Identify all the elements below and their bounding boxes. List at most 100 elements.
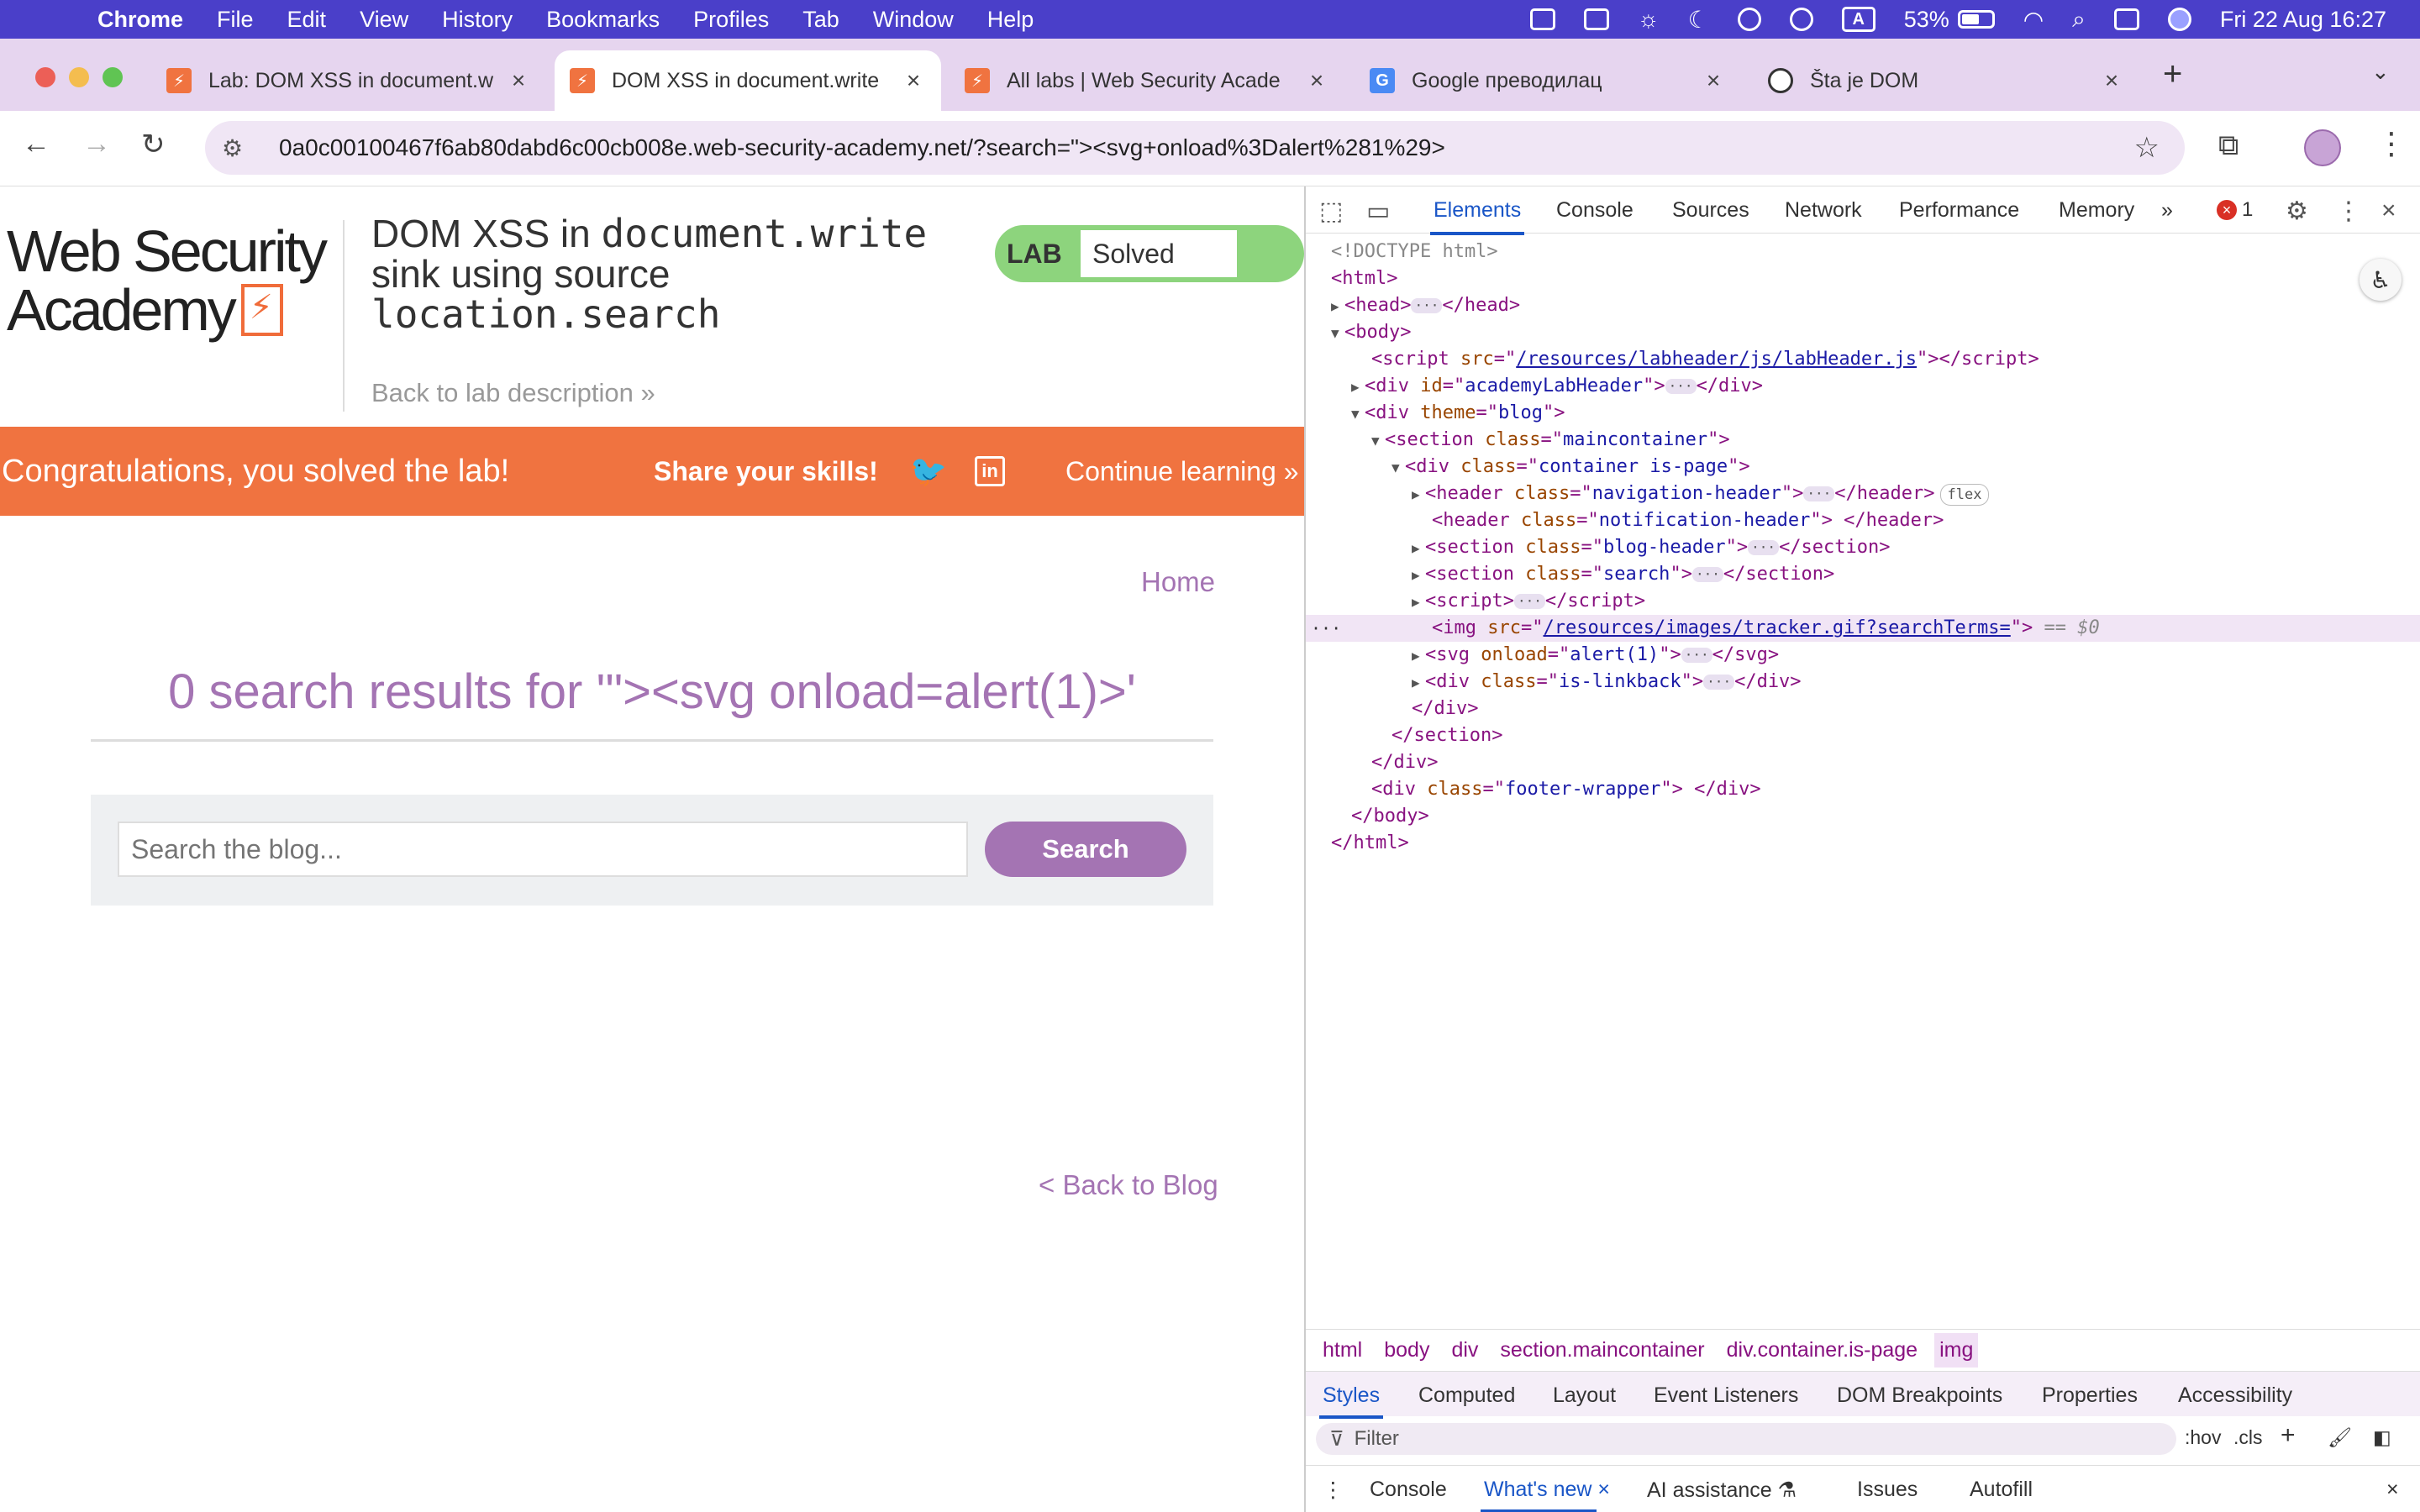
breadcrumb-body[interactable]: body bbox=[1379, 1333, 1434, 1368]
dom-node[interactable]: <!DOCTYPE html> bbox=[1306, 239, 2420, 265]
subtab-accessibility[interactable]: Accessibility bbox=[2178, 1383, 2292, 1408]
home-link[interactable]: Home bbox=[1141, 566, 1215, 598]
breadcrumb-section[interactable]: section.maincontainer bbox=[1495, 1333, 1709, 1368]
menu-edit[interactable]: Edit bbox=[287, 7, 327, 33]
dom-node[interactable]: <html> bbox=[1306, 265, 2420, 292]
devtools-tab-network[interactable]: Network bbox=[1785, 198, 1862, 223]
menu-history[interactable]: History bbox=[442, 7, 513, 33]
menu-view[interactable]: View bbox=[360, 7, 408, 33]
menu-help[interactable]: Help bbox=[987, 7, 1034, 33]
devtools-tab-elements[interactable]: Elements bbox=[1429, 198, 1525, 235]
wifi-icon[interactable]: ◠ bbox=[2023, 6, 2044, 34]
continue-learning-link[interactable]: Continue learning » bbox=[1065, 456, 1299, 487]
close-icon[interactable]: × bbox=[506, 67, 531, 94]
dom-node[interactable]: ▶ <svg onload="alert(1)"> ··· </svg> bbox=[1306, 642, 2420, 669]
search-button[interactable]: Search bbox=[985, 822, 1186, 877]
dom-node[interactable]: ▶ <script> ··· </script> bbox=[1306, 588, 2420, 615]
close-drawer-icon[interactable]: × bbox=[2386, 1478, 2399, 1502]
menubar-clock[interactable]: Fri 22 Aug 16:27 bbox=[2220, 7, 2386, 33]
profile-avatar[interactable] bbox=[2304, 129, 2341, 166]
chrome-menu-icon[interactable]: ⋮ bbox=[2376, 126, 2407, 161]
error-counter[interactable]: × 1 bbox=[2217, 198, 2253, 222]
site-info-icon[interactable]: ⚙ bbox=[222, 134, 255, 162]
search-input[interactable] bbox=[118, 822, 968, 877]
dom-node[interactable]: </section> bbox=[1306, 722, 2420, 749]
menu-bookmarks[interactable]: Bookmarks bbox=[546, 7, 660, 33]
new-tab-button[interactable]: + bbox=[2163, 55, 2182, 93]
inspect-element-icon[interactable]: ⬚ bbox=[1319, 197, 1343, 226]
dom-node[interactable]: <div class="footer-wrapper"> </div> bbox=[1306, 776, 2420, 803]
window-zoom-button[interactable] bbox=[103, 67, 123, 87]
back-to-blog-link[interactable]: < Back to Blog bbox=[1039, 1169, 1218, 1201]
dom-node[interactable]: ▼ <div class="container is-page"> bbox=[1306, 454, 2420, 480]
spotlight-search-icon[interactable]: ⌕ bbox=[2072, 6, 2086, 34]
subtab-event-listeners[interactable]: Event Listeners bbox=[1654, 1383, 1798, 1408]
new-style-rule-icon[interactable]: + bbox=[2281, 1421, 2296, 1450]
devtools-tab-sources[interactable]: Sources bbox=[1672, 198, 1749, 223]
grid-icon[interactable] bbox=[1529, 8, 1555, 30]
dom-node[interactable]: ▶ <header class="navigation-header"> ··· </… bbox=[1306, 480, 2420, 507]
back-button[interactable]: ← bbox=[22, 128, 50, 160]
dom-node[interactable]: </body> bbox=[1306, 803, 2420, 830]
dom-node[interactable]: </div> bbox=[1306, 749, 2420, 776]
play-icon[interactable] bbox=[1737, 8, 1761, 31]
screen-mirror-icon[interactable] bbox=[1583, 8, 1609, 30]
drawer-tab-whats-new[interactable]: What's new × bbox=[1481, 1478, 1610, 1512]
menu-tab[interactable]: Tab bbox=[802, 7, 839, 33]
dom-node[interactable]: </div> bbox=[1306, 696, 2420, 722]
address-bar[interactable]: ⚙ 0a0c00100467f6ab80dabd6c00cb008e.web-s… bbox=[205, 121, 2185, 175]
drawer-tab-console[interactable]: Console bbox=[1370, 1478, 1447, 1502]
window-close-button[interactable] bbox=[35, 67, 55, 87]
breadcrumb-html[interactable]: html bbox=[1318, 1333, 1367, 1368]
siri-icon[interactable] bbox=[2167, 8, 2191, 31]
paint-brush-icon[interactable]: 🖌 bbox=[2328, 1426, 2352, 1449]
extensions-icon[interactable]: ⧉ bbox=[2218, 129, 2238, 162]
back-to-lab-description-link[interactable]: Back to lab description » bbox=[371, 378, 655, 408]
tab-dom-xss-active[interactable]: ⚡ DOM XSS in document.write × bbox=[555, 50, 941, 111]
hover-state-toggle[interactable]: :hov bbox=[2185, 1426, 2221, 1449]
devtools-menu-icon[interactable]: ⋮ bbox=[2336, 197, 2361, 226]
subtab-properties[interactable]: Properties bbox=[2042, 1383, 2138, 1408]
drawer-tab-issues[interactable]: Issues bbox=[1857, 1478, 1918, 1502]
settings-gear-icon[interactable]: ⚙ bbox=[2286, 197, 2308, 226]
subtab-styles[interactable]: Styles bbox=[1318, 1383, 1384, 1419]
tab-lab-dom-xss[interactable]: ⚡ Lab: DOM XSS in document.w × bbox=[151, 50, 546, 111]
drawer-tab-autofill[interactable]: Autofill bbox=[1970, 1478, 2033, 1502]
web-security-academy-logo[interactable]: Web Security Academy bbox=[7, 222, 343, 339]
dom-node-selected-img[interactable]: ··· <img src="/resources/images/tracker.g… bbox=[1306, 615, 2420, 642]
tab-sta-je-dom[interactable]: Šta je DOM × bbox=[1753, 50, 2139, 111]
linkedin-icon[interactable]: in bbox=[975, 456, 1005, 486]
dom-node[interactable]: <header class="notification-header"> </h… bbox=[1306, 507, 2420, 534]
window-minimize-button[interactable] bbox=[69, 67, 89, 87]
menu-app-chrome[interactable]: Chrome bbox=[97, 7, 183, 33]
close-icon[interactable]: × bbox=[901, 67, 926, 94]
devtools-tab-memory[interactable]: Memory bbox=[2059, 198, 2134, 223]
menu-file[interactable]: File bbox=[217, 7, 254, 33]
breadcrumb-div[interactable]: div bbox=[1446, 1333, 1483, 1368]
close-icon[interactable]: × bbox=[2099, 67, 2124, 94]
dom-node[interactable]: ▶ <div id="academyLabHeader"> ··· </div> bbox=[1306, 373, 2420, 400]
menu-profiles[interactable]: Profiles bbox=[693, 7, 769, 33]
menu-window[interactable]: Window bbox=[873, 7, 954, 33]
dom-node[interactable]: ▼ <section class="maincontainer"> bbox=[1306, 427, 2420, 454]
user-icon[interactable] bbox=[1789, 8, 1813, 31]
dom-node[interactable]: ▼ <body> bbox=[1306, 319, 2420, 346]
drawer-tab-ai-assistance[interactable]: AI assistance ⚗ bbox=[1647, 1478, 1797, 1503]
subtab-layout[interactable]: Layout bbox=[1553, 1383, 1616, 1408]
dom-node[interactable]: <script src="/resources/labheader/js/lab… bbox=[1306, 346, 2420, 373]
devtools-tab-console[interactable]: Console bbox=[1556, 198, 1634, 223]
forward-button[interactable]: → bbox=[82, 128, 111, 160]
dom-node[interactable]: ▶ <section class="blog-header"> ··· </secti… bbox=[1306, 534, 2420, 561]
tab-all-labs[interactable]: ⚡ All labs | Web Security Acade × bbox=[950, 50, 1344, 111]
battery-indicator[interactable]: 53% bbox=[1904, 7, 1995, 33]
devtools-tab-performance[interactable]: Performance bbox=[1899, 198, 2019, 223]
control-center-icon[interactable] bbox=[2113, 8, 2139, 30]
dom-node[interactable]: ▶ <div class="is-linkback"> ··· </div> bbox=[1306, 669, 2420, 696]
brightness-icon[interactable]: ☼ bbox=[1638, 6, 1660, 33]
toggle-sidebar-icon[interactable]: ◧ bbox=[2373, 1426, 2391, 1449]
node-actions-icon[interactable]: ··· bbox=[1311, 615, 1341, 642]
bookmark-star-icon[interactable]: ☆ bbox=[2134, 131, 2160, 165]
flex-badge[interactable]: flex bbox=[1939, 484, 1990, 506]
input-source-icon[interactable]: A bbox=[1841, 7, 1876, 32]
class-toggle[interactable]: .cls bbox=[2233, 1426, 2263, 1449]
